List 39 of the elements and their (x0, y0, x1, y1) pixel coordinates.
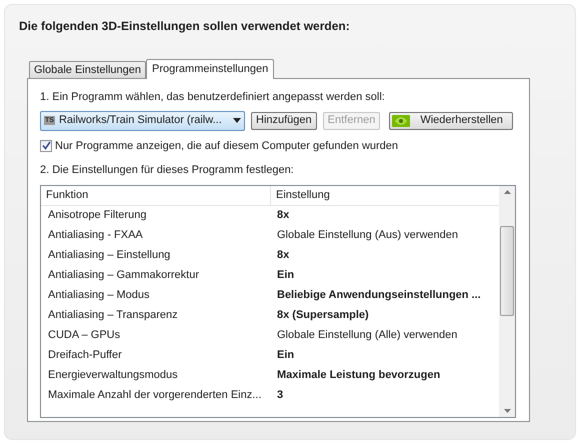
dropdown-arrow-icon (233, 118, 241, 123)
step-label: 1. Ein Programm wählen, das benutzerdefiniert angepasst werden soll: (40, 90, 386, 105)
table-cell-text: Antialiasing – Transparenz (47, 308, 179, 324)
checkmark-icon (42, 141, 50, 150)
table-cell-text: Antialiasing – Modus (47, 288, 151, 304)
table-cell-text: 8x (276, 248, 290, 264)
action-button[interactable]: Hinzufügen (251, 112, 317, 130)
section-heading: Die folgenden 3D-Einstellungen sollen verwendet werden: (19, 18, 351, 35)
table-cell-text: Dreifach-Puffer (47, 348, 123, 364)
table-cell-text: Antialiasing - FXAA (47, 228, 144, 244)
table-cell-text: Antialiasing – Einstellung (47, 248, 172, 264)
table-cell-text: 3 (276, 388, 284, 404)
table-cell-text: Beliebige Anwendungseinstellungen ... (276, 288, 482, 304)
program-name: Railworks/Train Simulator (railw... (58, 113, 223, 128)
table-cell-text: Maximale Anzahl der vorgerenderten Einz... (47, 388, 262, 404)
scrollbar[interactable] (499, 186, 515, 416)
scroll-up-icon[interactable] (504, 190, 510, 194)
restore-button[interactable]: Wiederherstellen (389, 112, 513, 130)
table-cell-text: Energieverwaltungsmodus (47, 368, 179, 384)
table-cell-text: Ein (276, 268, 296, 284)
tab[interactable]: Globale Einstellungen (29, 61, 146, 78)
table-cell-text: Anisotrope Filterung (47, 208, 148, 224)
checkbox[interactable] (40, 140, 52, 152)
table-cell-text: Ein (276, 348, 296, 364)
step-label: 2. Die Einstellungen für dieses Programm festlegen: (40, 163, 295, 178)
eye-logo-icon (392, 114, 410, 126)
scroll-thumb[interactable] (500, 226, 514, 316)
column-header[interactable]: Funktion (41, 186, 271, 204)
scroll-down-icon[interactable] (504, 408, 510, 412)
table-cell-text: Maximale Leistung bevorzugen (276, 368, 442, 384)
checkbox-label: Nur Programme anzeigen, die auf diesem Computer gefunden wurden (55, 138, 398, 154)
tab[interactable]: Programmeinstellungen (146, 59, 274, 79)
table-cell-text: Antialiasing – Gammakorrektur (47, 268, 200, 284)
table-cell-text: Globale Einstellung (Aus) verwenden (276, 228, 459, 244)
table-cell-text: CUDA – GPUs (47, 328, 122, 344)
column-header[interactable]: Einstellung (271, 186, 499, 204)
table-cell-text: Globale Einstellung (Alle) verwenden (276, 328, 458, 344)
table-cell-text: 8x (Supersample) (276, 308, 370, 324)
table-cell-text: 8x (276, 208, 290, 224)
